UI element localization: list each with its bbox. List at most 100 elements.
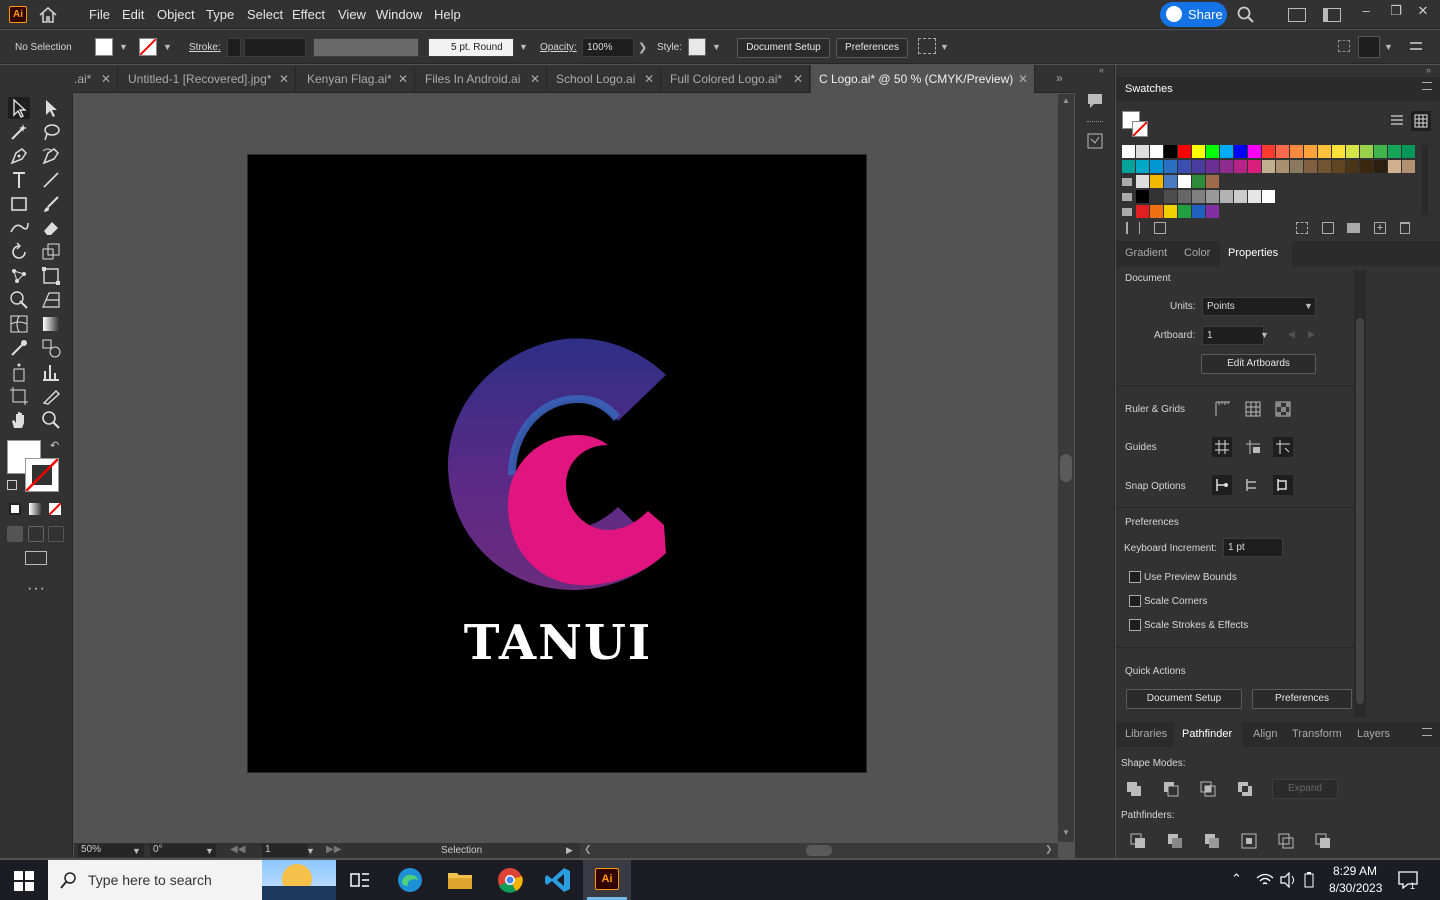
- clock-time[interactable]: 8:29 AM: [1333, 864, 1377, 878]
- more-tabs-icon[interactable]: »: [1056, 71, 1063, 85]
- swatch-chip[interactable]: [1192, 145, 1205, 158]
- swatch-chip[interactable]: [1374, 145, 1387, 158]
- tab-document-active[interactable]: C Logo.ai* @ 50 % (CMYK/Preview) ✕: [811, 65, 1035, 93]
- restore-icon[interactable]: ❐: [1383, 0, 1409, 24]
- tab-libraries[interactable]: Libraries: [1125, 728, 1167, 740]
- lock-guides-icon[interactable]: [1243, 437, 1263, 457]
- swatch-chip[interactable]: [1388, 160, 1401, 173]
- magic-wand-tool-icon[interactable]: [8, 121, 30, 143]
- swatch-chip[interactable]: [1220, 190, 1233, 203]
- menu-file[interactable]: File: [89, 7, 110, 22]
- swatch-chip[interactable]: [1234, 160, 1247, 173]
- artboard-dropdown-icon[interactable]: ▼: [306, 846, 315, 856]
- swatch-chip[interactable]: [1192, 190, 1205, 203]
- share-button[interactable]: Share: [1160, 2, 1227, 27]
- menu-window[interactable]: Window: [376, 7, 422, 22]
- swatch-chip[interactable]: [1388, 145, 1401, 158]
- swatch-chip[interactable]: [1290, 160, 1303, 173]
- scale-tool-icon[interactable]: [40, 241, 62, 263]
- swatch-chip[interactable]: [1374, 160, 1387, 173]
- pathfinder-menu-icon[interactable]: [1422, 728, 1432, 736]
- swatch-chip[interactable]: [1276, 145, 1289, 158]
- eyedropper-tool-icon[interactable]: [8, 337, 30, 359]
- chrome-icon[interactable]: [496, 866, 524, 894]
- align-menu-icon[interactable]: [1358, 36, 1380, 58]
- show-hidden-icons-icon[interactable]: ⌃: [1231, 871, 1242, 887]
- swatch-options-icon[interactable]: [1296, 222, 1308, 234]
- swatch-chip[interactable]: [1206, 190, 1219, 203]
- opacity-field[interactable]: 100%: [582, 38, 634, 57]
- shaper-tool-icon[interactable]: [8, 217, 30, 239]
- fill-swatch[interactable]: [95, 38, 113, 56]
- menu-select[interactable]: Select: [247, 7, 283, 22]
- swatches-tab[interactable]: Swatches: [1125, 83, 1173, 95]
- close-tab-icon[interactable]: ✕: [101, 65, 111, 93]
- swatch-chip[interactable]: [1178, 160, 1191, 173]
- stroke-weight-stepper[interactable]: [227, 38, 241, 57]
- show-guides-icon[interactable]: [1212, 437, 1232, 457]
- close-tab-icon[interactable]: ✕: [1018, 65, 1028, 93]
- color-group-folder-icon[interactable]: [1122, 208, 1132, 216]
- gradient-mode-icon[interactable]: [29, 503, 41, 515]
- lasso-tool-icon[interactable]: [40, 121, 62, 143]
- swatch-chip[interactable]: [1262, 145, 1275, 158]
- style-dropdown-icon[interactable]: ▼: [712, 42, 721, 52]
- canvas-area[interactable]: TANUI: [74, 94, 1058, 842]
- rectangle-tool-icon[interactable]: [8, 193, 30, 215]
- slice-tool-icon[interactable]: [40, 385, 62, 407]
- snap-to-pixel-icon[interactable]: [1242, 475, 1262, 495]
- illustrator-taskbar-item[interactable]: Ai: [583, 860, 631, 900]
- variable-width-profile[interactable]: [313, 38, 419, 57]
- grid-view-icon[interactable]: [1411, 111, 1431, 131]
- column-graph-tool-icon[interactable]: [40, 361, 62, 383]
- scale-strokes-effects-checkbox[interactable]: [1129, 619, 1141, 631]
- artboard-dropdown-icon[interactable]: ▼: [1260, 330, 1269, 340]
- exclude-icon[interactable]: [1235, 779, 1255, 799]
- swatch-chip[interactable]: [1150, 175, 1163, 188]
- shape-builder-tool-icon[interactable]: [8, 289, 30, 311]
- use-preview-bounds-checkbox[interactable]: [1129, 571, 1141, 583]
- horizontal-scroll-thumb[interactable]: [806, 845, 832, 856]
- swatch-grid[interactable]: [1122, 145, 1418, 218]
- menu-effect[interactable]: Effect: [292, 7, 325, 22]
- swatch-chip[interactable]: [1150, 205, 1163, 218]
- smart-guides-icon[interactable]: [1273, 437, 1293, 457]
- opacity-label[interactable]: Opacity:: [540, 42, 577, 53]
- color-mode-icon[interactable]: [9, 503, 21, 515]
- swatch-chip[interactable]: [1360, 160, 1373, 173]
- stroke-swatch[interactable]: [139, 38, 157, 56]
- swatch-chip[interactable]: [1248, 190, 1261, 203]
- prev-artboard-icon[interactable]: ◀: [1288, 329, 1295, 340]
- swatch-chip[interactable]: [1346, 145, 1359, 158]
- volume-icon[interactable]: [1279, 872, 1297, 888]
- tab-gradient[interactable]: Gradient: [1125, 247, 1167, 259]
- brush-dropdown-icon[interactable]: ▼: [519, 42, 528, 52]
- line-segment-tool-icon[interactable]: [40, 169, 62, 191]
- tab-transform[interactable]: Transform: [1292, 728, 1342, 740]
- swatch-chip[interactable]: [1164, 190, 1177, 203]
- vscode-icon[interactable]: [544, 866, 572, 894]
- style-swatch[interactable]: [688, 38, 706, 56]
- default-fill-stroke-icon[interactable]: [7, 480, 17, 490]
- trim-icon[interactable]: [1165, 831, 1185, 851]
- curvature-tool-icon[interactable]: [40, 145, 62, 167]
- swatch-chip[interactable]: [1318, 160, 1331, 173]
- hand-tool-icon[interactable]: [8, 409, 30, 431]
- menu-type[interactable]: Type: [206, 7, 234, 22]
- swatch-chip[interactable]: [1164, 160, 1177, 173]
- keyboard-increment-field[interactable]: 1 pt: [1223, 538, 1283, 557]
- swatch-chip[interactable]: [1318, 145, 1331, 158]
- horizontal-scrollbar[interactable]: ❮ ❯: [580, 843, 1058, 858]
- swatch-chip[interactable]: [1206, 205, 1219, 218]
- taskbar-search-box[interactable]: Type here to search: [48, 860, 336, 900]
- swatch-chip[interactable]: [1192, 175, 1205, 188]
- zoom-dropdown-icon[interactable]: ▼: [132, 846, 141, 856]
- minus-back-icon[interactable]: [1313, 831, 1333, 851]
- windows-start-icon[interactable]: [14, 871, 34, 891]
- unite-icon[interactable]: [1124, 779, 1144, 799]
- search-icon[interactable]: [1237, 6, 1255, 24]
- swatch-chip[interactable]: [1360, 145, 1373, 158]
- none-mode-icon[interactable]: [49, 503, 61, 515]
- swatch-chip[interactable]: [1136, 160, 1149, 173]
- opacity-arrow-icon[interactable]: ❯: [638, 41, 647, 54]
